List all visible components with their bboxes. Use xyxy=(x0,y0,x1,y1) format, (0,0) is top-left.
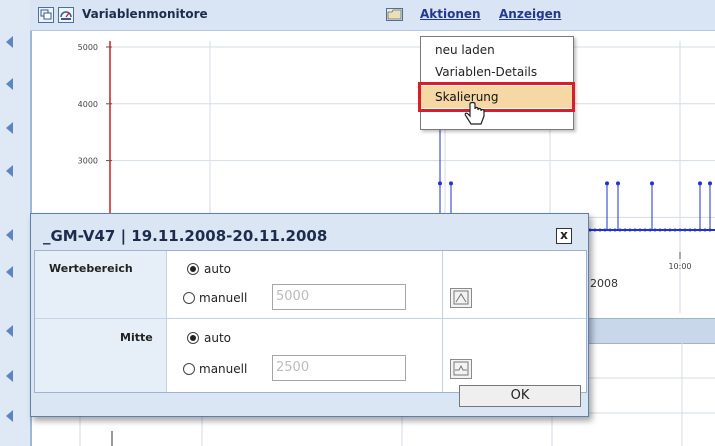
range-auto-label: auto xyxy=(204,262,232,276)
range-scale-icon[interactable] xyxy=(450,288,472,308)
window-icon[interactable] xyxy=(38,7,54,23)
center-scale-icon[interactable] xyxy=(450,359,472,379)
x-tick-label: 10:00 xyxy=(668,262,691,271)
center-label: Mitte xyxy=(120,331,153,344)
data-point xyxy=(693,228,697,232)
menu-item-variable-details[interactable]: Variablen-Details xyxy=(421,61,573,83)
collapse-arrow-icon[interactable] xyxy=(6,36,13,48)
center-manual-radio[interactable] xyxy=(183,363,195,375)
data-point xyxy=(598,228,602,232)
highlight-callout xyxy=(418,82,575,112)
data-point xyxy=(650,181,654,186)
data-point xyxy=(605,181,609,186)
range-auto-radio[interactable] xyxy=(187,263,199,275)
x-axis-date-label: 2008 xyxy=(590,277,618,290)
menu-item-reload[interactable]: neu laden xyxy=(421,39,573,61)
collapse-arrow-icon[interactable] xyxy=(6,410,13,422)
dialog-body: Wertebereich auto manuell 5000 Mitte aut… xyxy=(34,250,587,393)
y-tick-label: 4000 xyxy=(78,100,98,109)
collapse-arrow-icon[interactable] xyxy=(6,122,13,134)
center-manual-input[interactable]: 2500 xyxy=(272,355,406,381)
hand-cursor-icon xyxy=(464,101,485,125)
center-auto-label: auto xyxy=(204,331,232,345)
data-point xyxy=(628,228,632,232)
monitor-header: Variablenmonitore Aktionen Anzeigen xyxy=(30,0,715,31)
center-auto-radio[interactable] xyxy=(187,332,199,344)
view-menu-link[interactable]: Anzeigen xyxy=(499,7,561,21)
data-point xyxy=(698,181,702,186)
data-point xyxy=(449,181,453,186)
data-point xyxy=(616,181,620,186)
actions-menu-link[interactable]: Aktionen xyxy=(420,7,481,21)
monitor-title: Variablenmonitore xyxy=(82,7,208,21)
data-point xyxy=(648,228,652,232)
data-point xyxy=(643,228,647,232)
center-manual-label: manuell xyxy=(199,362,248,376)
data-point xyxy=(653,228,657,232)
close-button[interactable]: x xyxy=(556,228,572,244)
collapse-arrow-icon[interactable] xyxy=(6,325,13,337)
data-point xyxy=(633,228,637,232)
data-point xyxy=(593,228,597,232)
data-point xyxy=(708,181,712,186)
y-tick-label: 5000 xyxy=(78,43,98,52)
close-icon: x xyxy=(560,228,568,242)
collapse-arrow-icon[interactable] xyxy=(6,78,13,90)
data-point xyxy=(658,228,662,232)
range-manual-label: manuell xyxy=(199,291,248,305)
data-point xyxy=(703,228,707,232)
collapse-arrow-icon[interactable] xyxy=(6,165,13,177)
monitor-icon[interactable] xyxy=(58,7,74,23)
ok-button[interactable]: OK xyxy=(459,385,581,407)
collapse-arrow-icon[interactable] xyxy=(6,229,13,241)
data-point xyxy=(688,228,692,232)
data-point xyxy=(638,228,642,232)
data-point xyxy=(668,228,672,232)
range-manual-radio[interactable] xyxy=(183,292,195,304)
dialog-title: _GM-V47 | 19.11.2008-20.11.2008 xyxy=(43,227,328,245)
range-manual-input[interactable]: 5000 xyxy=(272,284,406,310)
divider xyxy=(166,251,167,392)
data-point xyxy=(608,228,612,232)
collapse-arrow-icon[interactable] xyxy=(6,370,13,382)
data-point xyxy=(623,228,627,232)
data-point xyxy=(683,228,687,232)
divider xyxy=(35,318,586,319)
scaling-dialog: _GM-V47 | 19.11.2008-20.11.2008 x Werteb… xyxy=(30,213,589,417)
y-tick-label: 3000 xyxy=(78,157,98,166)
range-label: Wertebereich xyxy=(49,262,133,275)
data-point xyxy=(673,228,677,232)
data-point xyxy=(618,228,622,232)
data-point xyxy=(613,228,617,232)
data-point xyxy=(663,228,667,232)
left-frame-strip xyxy=(0,0,32,446)
data-point xyxy=(603,228,607,232)
divider xyxy=(442,251,443,392)
folder-icon[interactable] xyxy=(386,8,403,21)
collapse-arrow-icon[interactable] xyxy=(6,266,13,278)
data-point xyxy=(678,228,682,232)
